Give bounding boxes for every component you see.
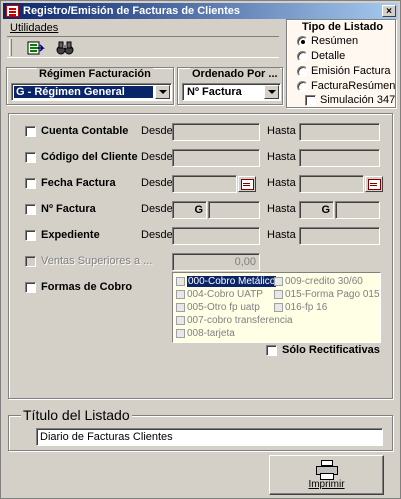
regimen-group: Régimen Facturación G - Régimen General [6, 67, 174, 105]
list-checkbox[interactable] [176, 303, 185, 312]
printer-icon [316, 460, 338, 480]
cuenta-contable-label: Cuenta Contable [41, 125, 129, 137]
fecha-factura-checkbox[interactable] [25, 178, 36, 189]
list-checkbox[interactable] [176, 277, 185, 286]
radio-dot [297, 35, 308, 47]
n-factura-desde-serie[interactable]: G [172, 201, 207, 219]
radio-emision-factura[interactable]: Emisión Factura [297, 65, 390, 77]
n-factura-desde-input[interactable] [208, 201, 260, 219]
expediente-hasta-input[interactable] [299, 227, 380, 245]
radio-detalle[interactable]: Detalle [297, 50, 345, 62]
formas-cobro-label: Formas de Cobro [41, 281, 133, 293]
list-item[interactable]: 007-cobro transferencia [176, 315, 293, 326]
menu-bar: Utilidades [4, 20, 58, 36]
codigo-hasta-input[interactable] [299, 149, 380, 167]
regimen-value: G - Régimen General [14, 86, 153, 98]
cuenta-desde-input[interactable] [172, 123, 260, 141]
expediente-checkbox[interactable] [25, 230, 36, 241]
list-item[interactable]: 016-fp 16 [274, 302, 327, 313]
hasta-label: Hasta [267, 177, 296, 189]
hasta-label: Hasta [267, 203, 296, 215]
solo-rectificativas-checkbox[interactable] [266, 345, 277, 356]
close-button[interactable]: × [382, 5, 396, 17]
calendar-icon[interactable] [238, 176, 256, 192]
list-checkbox[interactable] [176, 329, 185, 338]
list-checkbox[interactable] [176, 290, 185, 299]
list-item[interactable]: 005-Otro fp uatp [176, 302, 260, 313]
regimen-select[interactable]: G - Régimen General [11, 83, 172, 101]
ordenado-value: Nº Factura [187, 86, 242, 98]
desde-label: Desde [141, 125, 173, 137]
titulo-input[interactable]: Diario de Facturas Clientes [36, 428, 383, 446]
toolbar-grip [9, 39, 12, 56]
desde-label: Desde [141, 229, 173, 241]
desde-label: Desde [141, 151, 173, 163]
n-factura-checkbox[interactable] [25, 204, 36, 215]
ordenado-group: Ordenado Por ... Nº Factura [177, 67, 283, 105]
simulacion-347-checkbox[interactable] [305, 95, 316, 106]
regimen-title: Régimen Facturación [37, 68, 153, 80]
list-checkbox[interactable] [274, 290, 283, 299]
hasta-label: Hasta [267, 151, 296, 163]
n-factura-hasta-input[interactable] [335, 201, 380, 219]
hasta-label: Hasta [267, 125, 296, 137]
formas-cobro-checkbox[interactable] [25, 282, 36, 293]
hasta-label: Hasta [267, 229, 296, 241]
list-checkbox[interactable] [274, 277, 283, 286]
desde-label: Desde [141, 177, 173, 189]
binoculars-icon[interactable] [55, 39, 75, 57]
cuenta-hasta-input[interactable] [299, 123, 380, 141]
ordenado-select[interactable]: Nº Factura [182, 83, 281, 101]
ventas-superiores-checkbox [25, 256, 36, 267]
list-item[interactable]: 009-credito 30/60 [274, 276, 363, 287]
calendar-icon[interactable] [365, 176, 383, 192]
codigo-cliente-checkbox[interactable] [25, 152, 36, 163]
app-icon [6, 5, 19, 17]
radio-dot [297, 50, 308, 62]
toolbar [7, 36, 279, 58]
ventas-superiores-label: Ventas Superiores a ... [41, 255, 153, 267]
radio-resumen[interactable]: Resúmen [297, 35, 358, 47]
titulo-title: Título del Listado [21, 407, 132, 423]
list-checkbox[interactable] [274, 303, 283, 312]
ventas-superiores-input: 0,00 [172, 253, 260, 271]
chevron-down-icon[interactable] [155, 85, 170, 99]
radio-dot [297, 65, 308, 77]
imprimir-button[interactable]: Imprimir [269, 455, 384, 495]
codigo-desde-input[interactable] [172, 149, 260, 167]
main-window: Registro/Emisión de Facturas de Clientes… [0, 0, 401, 499]
list-item[interactable]: 004-Cobro UATP [176, 289, 263, 300]
desde-label: Desde [141, 203, 173, 215]
list-checkbox[interactable] [176, 316, 185, 325]
export-excel-icon[interactable] [25, 39, 45, 57]
list-item[interactable]: 000-Cobro Metálico [176, 276, 277, 287]
simulacion-347-label: Simulación 347 [320, 94, 396, 106]
codigo-cliente-label: Código del Cliente [41, 151, 138, 163]
list-item[interactable]: 015-Forma Pago 015 [274, 289, 380, 300]
radio-factura-resumen[interactable]: FacturaResúmen [297, 80, 395, 92]
tipo-listado-title: Tipo de Listado [302, 21, 384, 33]
imprimir-label: Imprimir [308, 479, 345, 490]
fecha-hasta-input[interactable] [299, 175, 364, 193]
formas-cobro-list[interactable]: 000-Cobro Metálico 004-Cobro UATP 005-Ot… [172, 272, 381, 343]
expediente-label: Expediente [41, 229, 100, 241]
n-factura-label: Nº Factura [41, 203, 96, 215]
fecha-desde-input[interactable] [172, 175, 237, 193]
list-item[interactable]: 008-tarjeta [176, 328, 235, 339]
window-title: Registro/Emisión de Facturas de Clientes [23, 5, 241, 17]
n-factura-hasta-serie[interactable]: G [299, 201, 334, 219]
chevron-down-icon[interactable] [264, 85, 279, 99]
menu-utilidades[interactable]: Utilidades [10, 22, 58, 34]
title-bar: Registro/Emisión de Facturas de Clientes… [3, 3, 398, 19]
tipo-listado-group: Tipo de Listado Resúmen Detalle Emisión … [286, 19, 396, 108]
expediente-desde-input[interactable] [172, 227, 260, 245]
ordenado-title: Ordenado Por ... [190, 68, 280, 80]
solo-rectificativas-label: Sólo Rectificativas [282, 344, 380, 356]
radio-dot [297, 80, 308, 92]
fecha-factura-label: Fecha Factura [41, 177, 116, 189]
cuenta-contable-checkbox[interactable] [25, 126, 36, 137]
